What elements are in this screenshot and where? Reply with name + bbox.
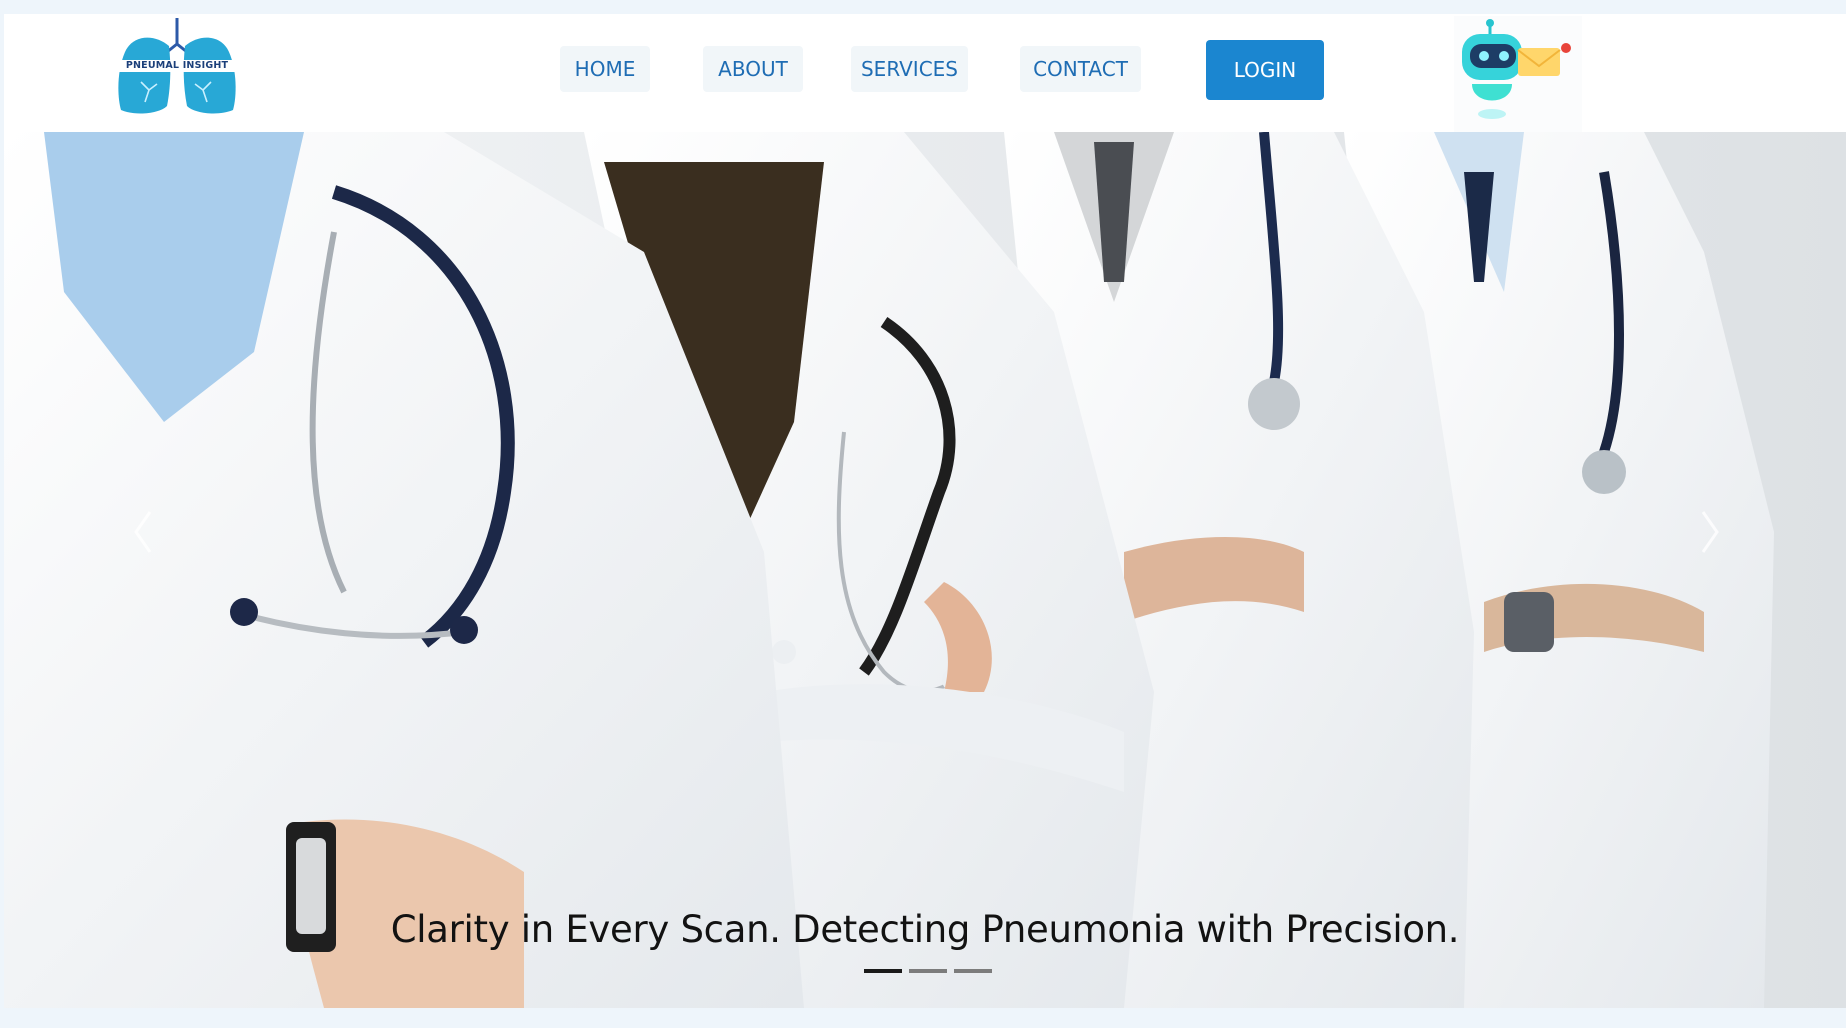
hero-carousel: Clarity in Every Scan. Detecting Pneumon… <box>4 132 1846 1008</box>
brand-name: PNEUMAL INSIGHT <box>118 60 236 72</box>
page-bottom-strip <box>0 1008 1846 1028</box>
chevron-left-icon <box>134 511 152 553</box>
chatbot-robot-icon <box>1454 16 1582 136</box>
carousel-indicators <box>864 969 994 975</box>
nav-about[interactable]: ABOUT <box>703 46 803 92</box>
carousel-indicator-2[interactable] <box>909 969 947 973</box>
navbar: PNEUMAL INSIGHT HOME ABOUT SERVICES CONT… <box>4 14 1846 136</box>
chevron-right-icon <box>1701 511 1719 553</box>
carousel-next-button[interactable] <box>1689 502 1729 562</box>
carousel-prev-button[interactable] <box>124 502 164 562</box>
login-button[interactable]: LOGIN <box>1206 40 1324 100</box>
page: PNEUMAL INSIGHT HOME ABOUT SERVICES CONT… <box>4 14 1846 1008</box>
brand-logo[interactable]: PNEUMAL INSIGHT <box>115 16 239 116</box>
carousel-indicator-1[interactable] <box>864 969 902 973</box>
hero-image <box>4 132 1846 1008</box>
carousel-indicator-3[interactable] <box>954 969 992 973</box>
nav-services[interactable]: SERVICES <box>851 46 968 92</box>
hero-caption: Clarity in Every Scan. Detecting Pneumon… <box>390 908 1460 951</box>
chatbot-launcher[interactable] <box>1454 16 1582 136</box>
nav-contact[interactable]: CONTACT <box>1020 46 1141 92</box>
nav-home[interactable]: HOME <box>560 46 650 92</box>
